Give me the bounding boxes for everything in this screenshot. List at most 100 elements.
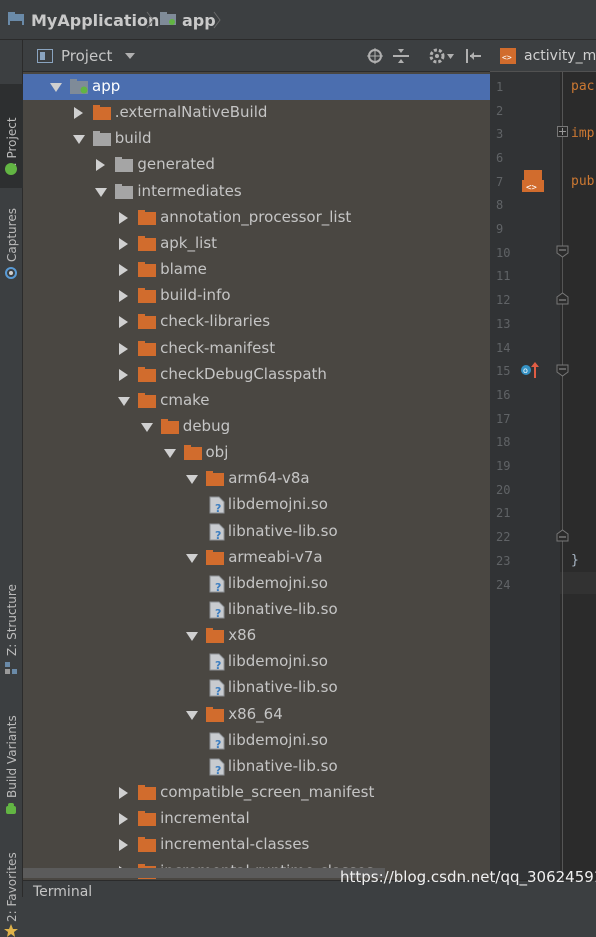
svg-text:?: ? (215, 529, 221, 541)
fold-end-icon[interactable] (556, 529, 569, 542)
tab-favorites-label[interactable]: 2: Favorites (5, 852, 19, 922)
line-number: 3 (496, 127, 504, 141)
fold-expand-icon[interactable] (557, 126, 568, 137)
folder-node[interactable]: incremental-classes (23, 832, 490, 858)
collapse-arrow-icon[interactable] (119, 264, 129, 277)
folder-node[interactable]: annotation_processor_list (23, 205, 490, 231)
expand-arrow-icon[interactable] (72, 135, 85, 145)
tree-item-label: libnative-lib.so (227, 521, 338, 540)
chevron-down-icon[interactable] (125, 53, 135, 60)
collapse-arrow-icon[interactable] (119, 316, 129, 329)
editor-tab-bar: <> activity_m (490, 40, 596, 72)
hide-panel-icon[interactable] (465, 48, 481, 64)
override-icon[interactable]: o (520, 362, 540, 378)
expand-arrow-icon[interactable] (186, 553, 199, 563)
expand-arrow-icon[interactable] (140, 422, 153, 432)
fold-end-icon[interactable] (556, 292, 569, 305)
folder-icon (160, 418, 179, 434)
collapse-arrow-icon[interactable] (119, 342, 129, 355)
folder-node[interactable]: build (23, 126, 490, 152)
file-node[interactable]: ? libdemojni.so (23, 492, 490, 518)
folder-icon (206, 549, 225, 565)
horizontal-scrollbar[interactable] (23, 868, 385, 878)
tab-structure-label[interactable]: Z: Structure (5, 584, 19, 656)
file-node[interactable]: ? libnative-lib.so (23, 754, 490, 780)
line-number: 1 (496, 80, 504, 94)
folder-node[interactable]: intermediates (23, 179, 490, 205)
folder-node[interactable]: x86 (23, 623, 490, 649)
file-node[interactable]: ? libdemojni.so (23, 571, 490, 597)
folder-node[interactable]: checkDebugClasspath (23, 362, 490, 388)
expand-arrow-icon[interactable] (95, 187, 108, 197)
code-line-3[interactable]: imp (571, 126, 594, 141)
tree-item-label: libnative-lib.so (227, 678, 338, 697)
folder-node[interactable]: apk_list (23, 231, 490, 257)
tree-item-label: x86_64 (228, 704, 283, 723)
tree-item-label: incremental (160, 809, 250, 828)
folder-node[interactable]: compatible_screen_manifest (23, 780, 490, 806)
collapse-arrow-icon[interactable] (119, 211, 129, 224)
collapse-arrow-icon[interactable] (96, 159, 106, 172)
chevron-down-icon[interactable] (447, 54, 454, 59)
gear-icon[interactable] (429, 48, 445, 64)
folder-icon (206, 471, 225, 487)
code-line-23[interactable]: } (571, 553, 579, 568)
file-node[interactable]: ? libdemojni.so (23, 649, 490, 675)
code-line-7[interactable]: pub (571, 174, 594, 189)
collapse-arrow-icon[interactable] (73, 107, 83, 120)
gutter-separator (562, 72, 563, 887)
xml-layout-icon[interactable]: <> (522, 170, 544, 192)
folder-node[interactable]: .externalNativeBuild (23, 100, 490, 126)
folder-node[interactable]: app (23, 74, 490, 100)
folder-node[interactable]: generated (23, 152, 490, 178)
project-view-title[interactable]: Project (61, 47, 112, 65)
folder-node[interactable]: check-manifest (23, 336, 490, 362)
locate-icon[interactable] (367, 48, 383, 64)
tree-item-label: blame (160, 260, 207, 279)
file-node[interactable]: ? libnative-lib.so (23, 519, 490, 545)
expand-arrow-icon[interactable] (186, 475, 199, 485)
folder-node[interactable]: debug (23, 414, 490, 440)
folder-icon (138, 262, 157, 278)
build-variants-icon (6, 803, 16, 814)
collapse-arrow-icon[interactable] (119, 237, 129, 250)
folder-node[interactable]: build-info (23, 283, 490, 309)
tab-build-variants-label[interactable]: Build Variants (5, 715, 19, 798)
folder-node[interactable]: cmake (23, 388, 490, 414)
folder-node[interactable]: x86_64 (23, 702, 490, 728)
expand-arrow-icon[interactable] (50, 83, 62, 92)
collapse-arrow-icon[interactable] (119, 368, 129, 381)
collapse-arrow-icon[interactable] (119, 787, 129, 800)
tab-terminal-label[interactable]: Terminal (33, 884, 92, 900)
fold-marker-icon[interactable] (556, 245, 569, 258)
expand-arrow-icon[interactable] (118, 396, 131, 406)
expand-arrow-icon[interactable] (186, 710, 199, 720)
module-folder-icon (70, 79, 88, 94)
code-line-1[interactable]: pack (571, 79, 596, 94)
line-number: 19 (496, 459, 511, 473)
folder-node[interactable]: arm64-v8a (23, 466, 490, 492)
fold-marker-icon[interactable] (556, 364, 569, 377)
expand-arrow-icon[interactable] (186, 632, 199, 642)
collapse-arrow-icon[interactable] (119, 839, 129, 852)
folder-node[interactable]: check-libraries (23, 309, 490, 335)
collapse-all-icon[interactable] (393, 48, 409, 64)
tab-captures-label[interactable]: Captures (5, 208, 19, 262)
collapse-arrow-icon[interactable] (119, 813, 129, 826)
file-node[interactable]: ? libdemojni.so (23, 728, 490, 754)
folder-node[interactable]: blame (23, 257, 490, 283)
folder-icon (138, 209, 157, 225)
breadcrumb-module[interactable]: app (182, 11, 216, 30)
tree-item-label: arm64-v8a (228, 469, 310, 488)
file-node[interactable]: ? libnative-lib.so (23, 675, 490, 701)
folder-node[interactable]: armeabi-v7a (23, 545, 490, 571)
unknown-file-icon: ? (209, 679, 225, 697)
editor-tab-activity[interactable]: activity_m (524, 48, 596, 64)
line-number: 6 (496, 151, 504, 165)
breadcrumb-project[interactable]: MyApplication (31, 11, 159, 30)
file-node[interactable]: ? libnative-lib.so (23, 597, 490, 623)
collapse-arrow-icon[interactable] (119, 290, 129, 303)
expand-arrow-icon[interactable] (163, 449, 176, 459)
folder-node[interactable]: incremental (23, 806, 490, 832)
folder-node[interactable]: obj (23, 440, 490, 466)
